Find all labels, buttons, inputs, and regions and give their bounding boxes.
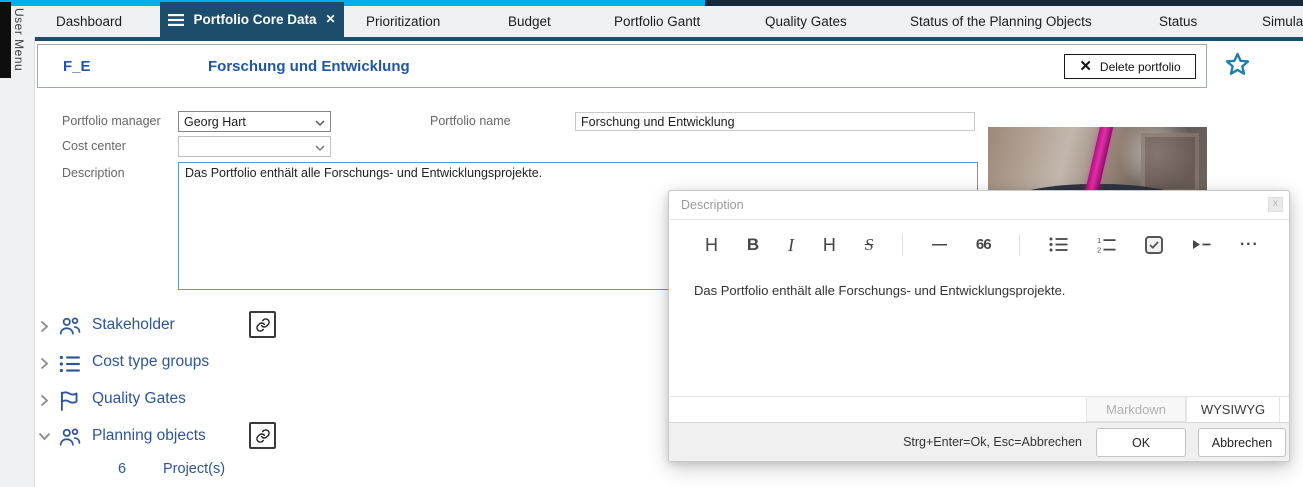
- wysiwyg-mode-tab[interactable]: WYSIWYG: [1186, 396, 1280, 422]
- portfolio-name-label: Portfolio name: [430, 114, 511, 128]
- portfolio-manager-select[interactable]: Georg Hart: [178, 111, 331, 132]
- chevron-down-icon[interactable]: [39, 432, 51, 442]
- tab-prioritization[interactable]: Prioritization: [366, 6, 440, 37]
- hamburger-icon[interactable]: [168, 14, 184, 26]
- user-menu-label[interactable]: User Menu: [12, 8, 26, 71]
- section-cost-type-groups[interactable]: Cost type groups: [92, 353, 209, 371]
- svg-text:2: 2: [1097, 245, 1101, 254]
- portfolio-name-input[interactable]: [575, 112, 975, 131]
- editor-text: Das Portfolio enthält alle Forschungs- u…: [694, 283, 1065, 298]
- people-icon: [57, 313, 83, 339]
- project-count: 6: [118, 461, 126, 477]
- tab-simulation[interactable]: Simula: [1262, 6, 1303, 37]
- cost-center-select[interactable]: [178, 136, 331, 157]
- tab-dashboard[interactable]: Dashboard: [56, 6, 122, 37]
- heading-button[interactable]: H: [705, 236, 718, 254]
- delete-x-icon: ✕: [1079, 59, 1092, 74]
- dialog-footer: Strg+Enter=Ok, Esc=Abbrechen OK Abbreche…: [669, 422, 1289, 461]
- tab-close-icon[interactable]: ✕: [325, 4, 335, 35]
- heading2-button[interactable]: H: [823, 236, 836, 254]
- cost-center-label: Cost center: [62, 139, 126, 153]
- horizontal-rule-button[interactable]: —: [932, 237, 947, 252]
- description-label: Description: [62, 166, 125, 180]
- ok-button[interactable]: OK: [1096, 428, 1186, 457]
- portfolio-header: F_E Forschung und Entwicklung ✕ Delete p…: [37, 44, 1207, 88]
- strikethrough-button[interactable]: S: [865, 236, 874, 253]
- editor-toolbar: H B I H S — 66 1 2: [669, 219, 1289, 269]
- portfolio-code: F_E: [63, 58, 91, 75]
- chevron-right-icon[interactable]: [40, 320, 50, 332]
- page-title: Forschung und Entwicklung: [208, 58, 410, 75]
- tab-portfolio-core-data[interactable]: Portfolio Core Data ✕: [160, 2, 344, 37]
- favorite-star-icon[interactable]: [1224, 51, 1251, 78]
- tab-quality-gates[interactable]: Quality Gates: [765, 6, 847, 37]
- portfolio-manager-value: Georg Hart: [184, 115, 246, 129]
- dialog-title: Description: [681, 198, 744, 212]
- tab-budget[interactable]: Budget: [508, 6, 551, 37]
- people-icon: [57, 424, 83, 450]
- user-menu-handle[interactable]: [0, 2, 11, 78]
- section-stakeholder[interactable]: Stakeholder: [92, 316, 175, 334]
- chevron-down-icon: [315, 120, 325, 126]
- shortcut-hint: Strg+Enter=Ok, Esc=Abbrechen: [903, 435, 1082, 449]
- markdown-mode-tab[interactable]: Markdown: [1086, 396, 1186, 422]
- section-quality-gates[interactable]: Quality Gates: [92, 390, 186, 408]
- editor-content-area[interactable]: Das Portfolio enthält alle Forschungs- u…: [669, 269, 1289, 396]
- project-count-label[interactable]: Project(s): [163, 461, 225, 477]
- numbered-list-button[interactable]: 1 2: [1097, 236, 1116, 254]
- app-window: Dashboard Portfolio Core Data ✕ Prioriti…: [0, 0, 1303, 487]
- section-planning-objects[interactable]: Planning objects: [92, 427, 206, 445]
- italic-button[interactable]: I: [788, 236, 794, 254]
- image-background-equipment: [1141, 133, 1199, 193]
- tab-status-planning-objects[interactable]: Status of the Planning Objects: [910, 6, 1092, 37]
- list-icon: [57, 351, 83, 377]
- chevron-down-icon: [315, 145, 325, 151]
- bullet-list-button[interactable]: [1049, 236, 1068, 253]
- more-options-button[interactable]: ···: [1240, 237, 1259, 253]
- bold-button[interactable]: B: [747, 236, 759, 253]
- tab-label: Portfolio Core Data: [193, 4, 316, 35]
- link-icon[interactable]: [249, 422, 276, 449]
- tab-status[interactable]: Status: [1159, 6, 1197, 37]
- left-rail: [0, 37, 35, 487]
- svg-text:1: 1: [1097, 236, 1101, 245]
- chevron-right-icon[interactable]: [40, 357, 50, 369]
- tab-portfolio-gantt[interactable]: Portfolio Gantt: [614, 6, 700, 37]
- blockquote-button[interactable]: 66: [976, 237, 991, 252]
- indent-button[interactable]: [1192, 237, 1211, 252]
- flag-icon: [57, 388, 83, 414]
- chevron-right-icon[interactable]: [40, 394, 50, 406]
- dialog-close-icon[interactable]: x: [1268, 197, 1283, 212]
- delete-label: Delete portfolio: [1100, 60, 1181, 74]
- description-editor-dialog: Description x H B I H S — 66 1 2: [668, 190, 1290, 462]
- portfolio-manager-label: Portfolio manager: [62, 114, 161, 128]
- delete-portfolio-button[interactable]: ✕ Delete portfolio: [1064, 54, 1196, 79]
- toolbar-divider: [1019, 234, 1020, 256]
- toolbar-divider: [902, 234, 903, 256]
- link-icon[interactable]: [249, 311, 276, 338]
- cancel-button[interactable]: Abbrechen: [1198, 428, 1286, 457]
- task-list-button[interactable]: [1145, 236, 1163, 254]
